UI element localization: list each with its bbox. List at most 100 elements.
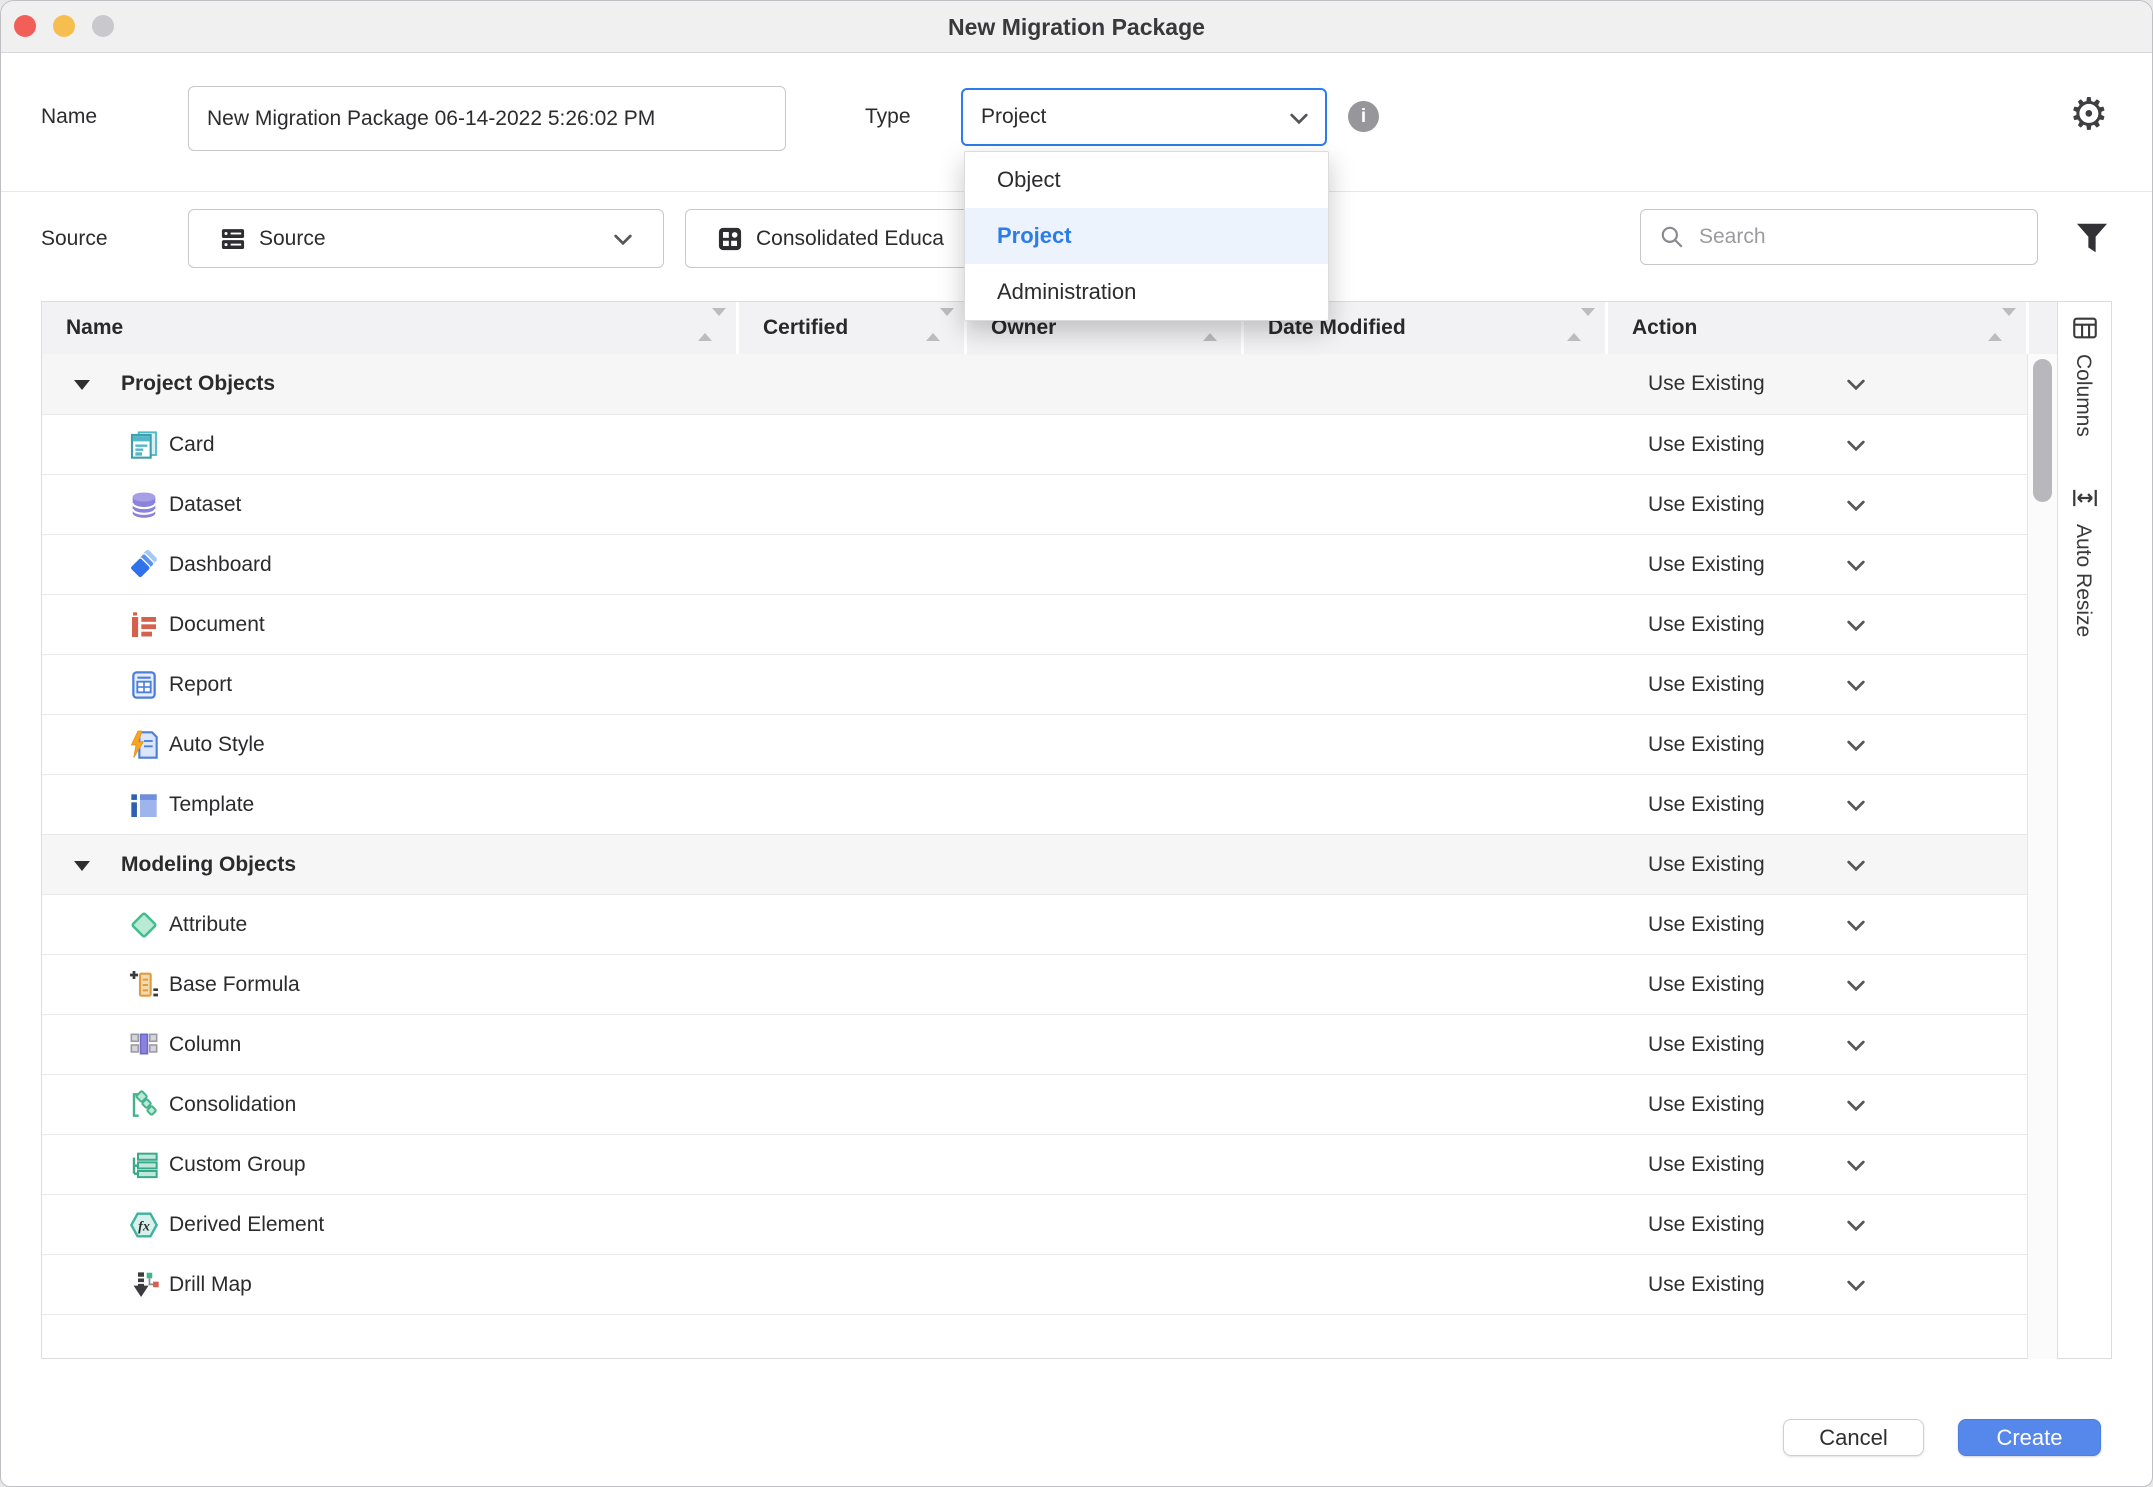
chevron-down-icon xyxy=(1846,500,1866,512)
search-icon xyxy=(1659,224,1685,250)
cancel-button[interactable]: Cancel xyxy=(1783,1419,1924,1456)
table-row[interactable]: Derived Element Use Existing xyxy=(42,1194,2028,1254)
table-row[interactable]: Attribute Use Existing xyxy=(42,894,2028,954)
dashboard-icon xyxy=(128,549,160,581)
action-value: Use Existing xyxy=(1648,835,1765,895)
tab-label: Columns xyxy=(2071,354,2095,437)
table-group-row[interactable]: Project Objects Use Existing xyxy=(42,354,2028,414)
chevron-down-icon xyxy=(1846,1040,1866,1052)
info-icon[interactable]: i xyxy=(1348,101,1379,132)
table-row[interactable]: Column Use Existing xyxy=(42,1014,2028,1074)
tab-label: Auto Resize xyxy=(2071,524,2095,637)
auto-style-icon xyxy=(128,729,160,761)
action-value: Use Existing xyxy=(1648,1255,1765,1315)
sort-icon xyxy=(698,316,712,340)
document-icon xyxy=(128,609,160,641)
package-name-input[interactable] xyxy=(188,86,786,151)
filter-icon[interactable] xyxy=(2073,219,2111,257)
row-label: Report xyxy=(169,655,232,715)
action-value: Use Existing xyxy=(1648,1195,1765,1255)
sort-icon xyxy=(1988,316,2002,340)
action-value: Use Existing xyxy=(1648,535,1765,595)
chevron-down-icon xyxy=(613,234,633,246)
row-label: Auto Style xyxy=(169,715,265,775)
chevron-down-icon xyxy=(1846,740,1866,752)
tab-auto-resize[interactable]: Auto Resize xyxy=(2058,484,2111,684)
type-select[interactable]: Project xyxy=(961,88,1327,146)
row-label: Card xyxy=(169,415,215,475)
chevron-down-icon xyxy=(1846,560,1866,572)
chevron-down-icon xyxy=(1846,1160,1866,1172)
source-environment-select[interactable]: Source xyxy=(188,209,664,268)
sort-icon xyxy=(926,316,940,340)
custom-group-icon xyxy=(128,1149,160,1181)
source-project-value: Consolidated Educa xyxy=(756,210,944,267)
table-row[interactable]: Dashboard Use Existing xyxy=(42,534,2028,594)
chevron-down-icon xyxy=(1846,800,1866,812)
chevron-down-icon xyxy=(1846,980,1866,992)
table-row[interactable]: Report Use Existing xyxy=(42,654,2028,714)
report-icon xyxy=(128,669,160,701)
vertical-scrollbar xyxy=(2027,354,2057,1359)
row-label: Template xyxy=(169,775,254,835)
chevron-down-icon xyxy=(1846,1220,1866,1232)
name-label: Name xyxy=(41,105,97,129)
objects-table: Name Certified Owner Date Modified Actio… xyxy=(41,301,2058,1359)
settings-gear-icon[interactable]: ⚙ xyxy=(2069,91,2108,139)
menu-item-project[interactable]: Project xyxy=(965,208,1328,264)
row-label: Derived Element xyxy=(169,1195,324,1255)
chevron-down-icon xyxy=(1846,1280,1866,1292)
drill-map-icon xyxy=(128,1269,160,1301)
table-row[interactable]: Base Formula Use Existing xyxy=(42,954,2028,1014)
action-value: Use Existing xyxy=(1648,354,1765,414)
chevron-down-icon xyxy=(1846,860,1866,872)
row-label: Column xyxy=(169,1015,241,1075)
attribute-icon xyxy=(128,909,160,941)
template-icon xyxy=(128,789,160,821)
title-bar: New Migration Package xyxy=(1,1,2152,53)
tab-columns[interactable]: Columns xyxy=(2058,314,2111,484)
group-label: Project Objects xyxy=(121,354,275,414)
column-header-name[interactable]: Name xyxy=(42,302,736,354)
table-group-row[interactable]: Modeling Objects Use Existing xyxy=(42,834,2028,894)
column-header-action[interactable]: Action xyxy=(1605,302,2026,354)
table-row[interactable]: Drill Map Use Existing xyxy=(42,1254,2028,1314)
action-value: Use Existing xyxy=(1648,415,1765,475)
table-row[interactable]: Auto Style Use Existing xyxy=(42,714,2028,774)
action-value: Use Existing xyxy=(1648,895,1765,955)
action-value: Use Existing xyxy=(1648,595,1765,655)
window-title: New Migration Package xyxy=(1,1,2152,53)
row-label: Document xyxy=(169,595,265,655)
chevron-down-icon xyxy=(1846,680,1866,692)
table-row[interactable]: Dataset Use Existing xyxy=(42,474,2028,534)
row-label: Dataset xyxy=(169,475,241,535)
row-label: Base Formula xyxy=(169,955,300,1015)
menu-item-administration[interactable]: Administration xyxy=(965,264,1328,320)
table-row-partial xyxy=(42,1314,2028,1358)
action-value: Use Existing xyxy=(1648,655,1765,715)
collapse-caret-icon[interactable] xyxy=(74,380,90,390)
base-formula-icon xyxy=(128,969,160,1001)
action-value: Use Existing xyxy=(1648,1135,1765,1195)
table-row[interactable]: Template Use Existing xyxy=(42,774,2028,834)
card-icon xyxy=(128,429,160,461)
column-icon xyxy=(128,1029,160,1061)
source-label: Source xyxy=(41,227,108,251)
table-row[interactable]: Card Use Existing xyxy=(42,414,2028,474)
column-header-certified[interactable]: Certified xyxy=(736,302,964,354)
chevron-down-icon xyxy=(1289,113,1309,125)
server-icon xyxy=(219,225,247,253)
auto-resize-icon xyxy=(2071,484,2099,512)
table-row[interactable]: Document Use Existing xyxy=(42,594,2028,654)
collapse-caret-icon[interactable] xyxy=(74,861,90,871)
search-box xyxy=(1640,209,2038,265)
scrollbar-thumb[interactable] xyxy=(2033,359,2052,502)
create-button[interactable]: Create xyxy=(1958,1419,2101,1456)
menu-item-object[interactable]: Object xyxy=(965,152,1328,208)
sort-icon xyxy=(1567,316,1581,340)
table-row[interactable]: Consolidation Use Existing xyxy=(42,1074,2028,1134)
search-input[interactable] xyxy=(1697,210,2027,264)
chevron-down-icon xyxy=(1846,1100,1866,1112)
table-row[interactable]: Custom Group Use Existing xyxy=(42,1134,2028,1194)
header-label: Certified xyxy=(763,302,848,354)
